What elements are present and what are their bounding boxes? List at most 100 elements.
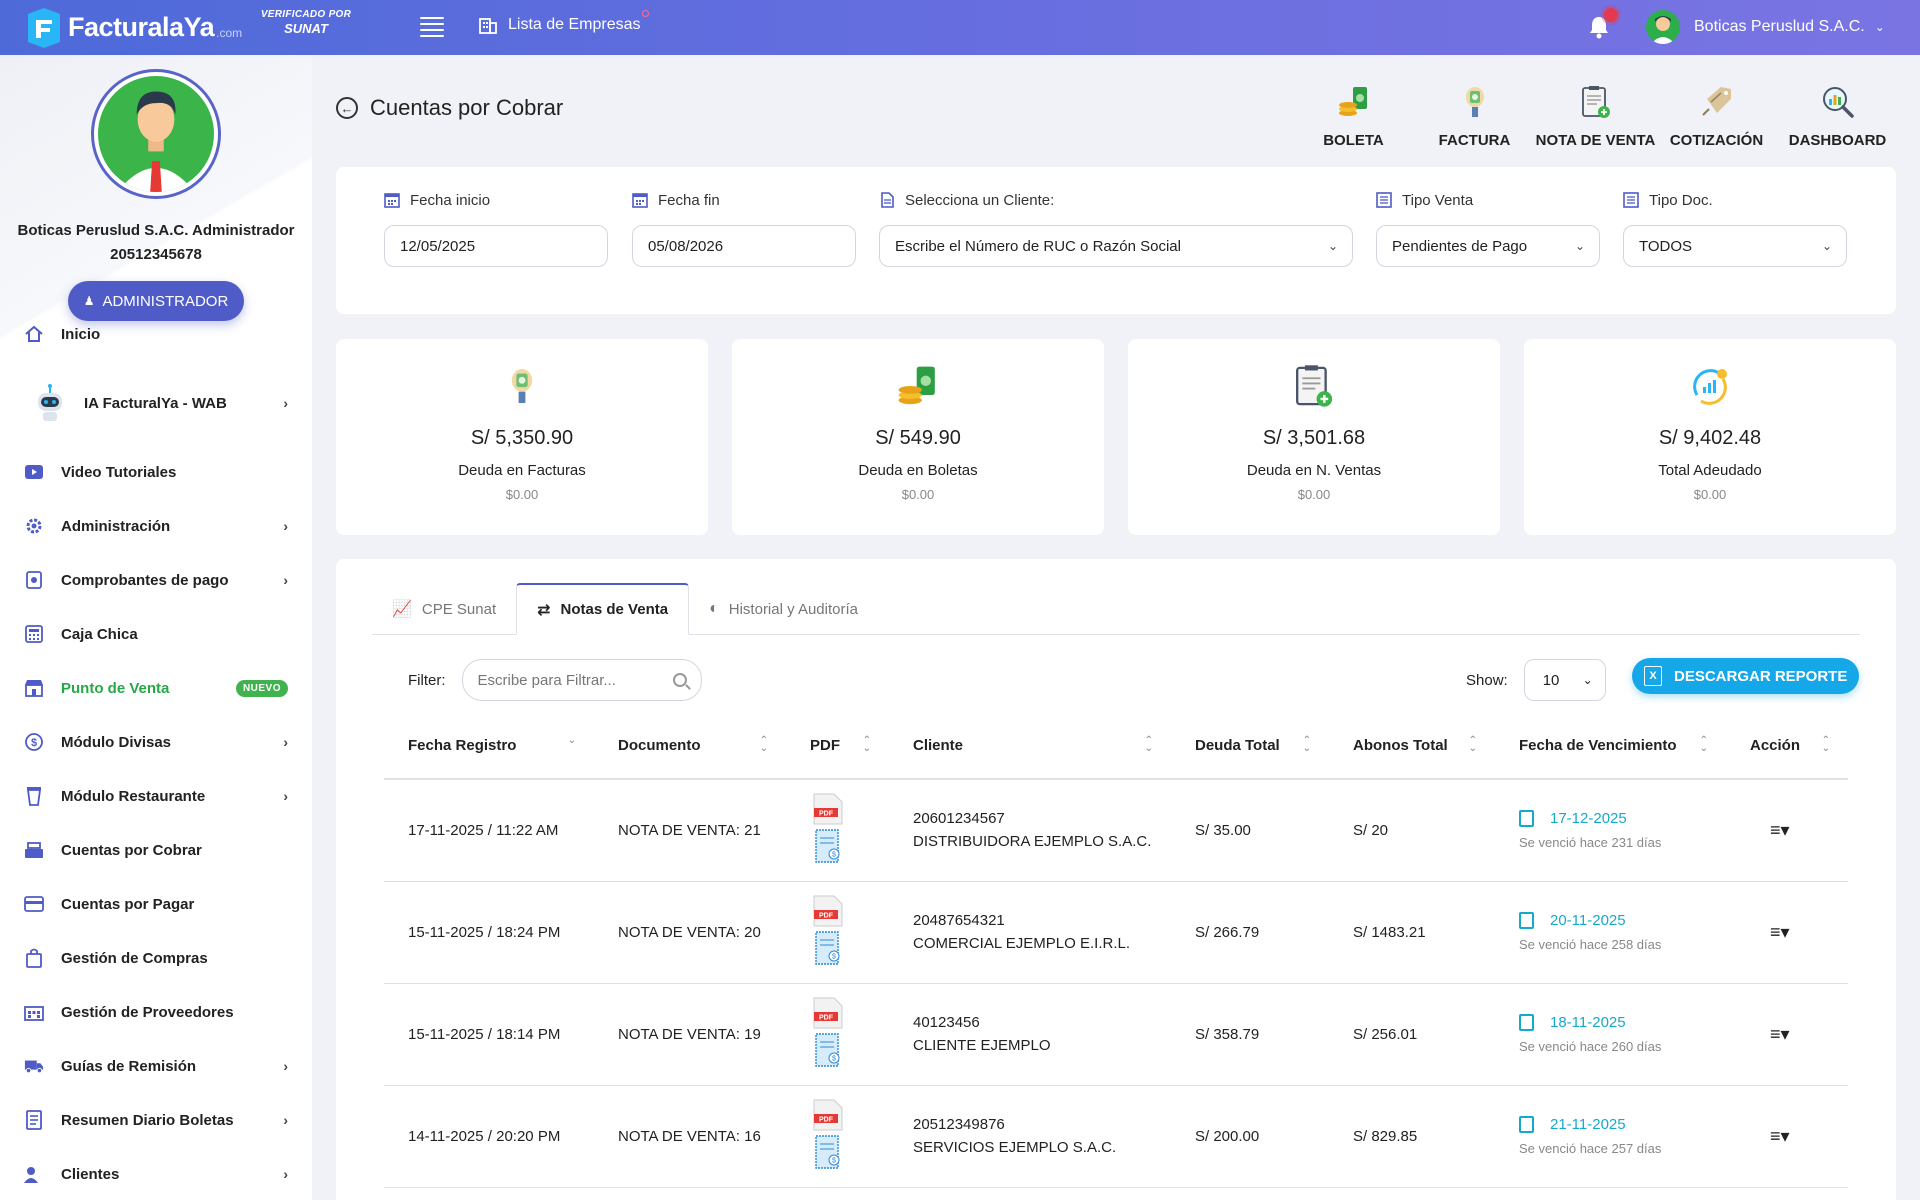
sidebar-item-ia[interactable]: IA FacturalYa - WAB › xyxy=(0,361,312,445)
sidebar-item-divisas[interactable]: $ Módulo Divisas › xyxy=(0,715,312,769)
sidebar-item-resumen[interactable]: Resumen Diario Boletas › xyxy=(0,1093,312,1147)
sidebar-item-cuentas-cobrar[interactable]: Cuentas por Cobrar xyxy=(0,823,312,877)
table-row: 15-11-2025 / 18:14 PM NOTA DE VENTA: 19 … xyxy=(384,983,1848,1086)
pdf-icon[interactable]: PDF $ xyxy=(810,894,846,966)
card-label: Total Adeudado xyxy=(1658,462,1762,479)
col-pdf[interactable]: PDF ⌃ ⌄ xyxy=(786,713,889,780)
sidebar-item-restaurante[interactable]: Módulo Restaurante › xyxy=(0,769,312,823)
sidebar-item-clientes[interactable]: Clientes › xyxy=(0,1147,312,1200)
cell-deuda: S/ 35.00 xyxy=(1171,779,1329,882)
action-menu-icon[interactable]: ≡▾ xyxy=(1726,1085,1848,1188)
action-menu-icon[interactable]: ≡▾ xyxy=(1726,983,1848,1086)
page-size-select[interactable]: 10 ⌄ xyxy=(1523,659,1606,701)
shortcut-nota-venta[interactable]: NOTA DE VENTA xyxy=(1535,82,1656,149)
card-amount: S/ 5,350.90 xyxy=(470,427,574,449)
menu-toggle-icon[interactable] xyxy=(420,17,444,39)
price-tag-icon xyxy=(1656,82,1777,122)
shortcut-cotizacion[interactable]: COTIZACIÓN xyxy=(1656,82,1777,149)
chevron-right-icon: › xyxy=(283,1166,288,1182)
descargar-reporte-button[interactable]: X DESCARGAR REPORTE xyxy=(1632,658,1860,694)
cell-pdf: PDF $ xyxy=(786,881,889,984)
sort-icon: ⌃ ⌄ xyxy=(1144,735,1153,754)
cell-vencimiento: 18-11-2025 Se venció hace 260 días xyxy=(1495,983,1726,1086)
clipboard-icon xyxy=(1519,810,1534,828)
cliente-select[interactable]: Escribe el Número de RUC o Razón Social ⌄ xyxy=(879,225,1353,267)
logo[interactable]: FacturalaYa .com xyxy=(24,0,242,55)
sidebar-item-cuentas-pagar[interactable]: Cuentas por Pagar xyxy=(0,877,312,931)
sidebar-item-administracion[interactable]: Administración › xyxy=(0,499,312,553)
cell-abonos: S/ 829.85 xyxy=(1329,1085,1495,1188)
tab-historial[interactable]: ◐ Historial y Auditoría xyxy=(689,583,878,635)
fecha-fin-input[interactable]: 05/08/2026 xyxy=(632,225,856,267)
cell-documento: NOTA DE VENTA: 16 xyxy=(594,1085,786,1188)
show-label: Show: xyxy=(1466,671,1508,689)
tipo-venta-group: Tipo Venta Pendientes de Pago ⌄ xyxy=(1376,191,1600,267)
lista-empresas-link[interactable]: Lista de Empresas xyxy=(478,10,649,35)
card-amount: S/ 3,501.68 xyxy=(1262,427,1366,449)
tab-cpe-sunat[interactable]: 📈 CPE Sunat xyxy=(372,583,516,635)
chevron-down-icon: ⌄ xyxy=(1821,239,1832,253)
clipboard-icon xyxy=(1519,1014,1534,1031)
cell-abonos: S/ 256.01 xyxy=(1329,983,1495,1086)
svg-text:PDF: PDF xyxy=(819,811,834,818)
col-fecha-registro[interactable]: Fecha Registro ⌄ xyxy=(384,713,594,780)
table-row: 15-11-2025 / 18:24 PM NOTA DE VENTA: 20 … xyxy=(384,881,1848,984)
sidebar-item-punto-venta[interactable]: Punto de Venta NUEVO xyxy=(0,661,312,715)
pdf-icon[interactable]: PDF $ xyxy=(810,996,846,1068)
sidebar-item-comprobantes[interactable]: Comprobantes de pago › xyxy=(0,553,312,607)
back-arrow-icon[interactable]: ← xyxy=(336,97,358,119)
pdf-icon[interactable]: PDF $ xyxy=(810,1098,846,1170)
shortcut-factura[interactable]: FACTURA xyxy=(1414,82,1535,149)
cell-documento: NOTA DE VENTA: 19 xyxy=(594,983,786,1086)
shortcut-boleta[interactable]: BOLETA xyxy=(1293,82,1414,149)
filter-input[interactable]: Escribe para Filtrar... xyxy=(461,659,702,701)
logo-text: FacturalaYa xyxy=(68,12,215,42)
cell-documento: NOTA DE VENTA: 21 xyxy=(594,779,786,882)
cell-vencimiento: 21-11-2025 Se venció hace 257 días xyxy=(1495,1085,1726,1188)
sidebar-item-videos[interactable]: Video Tutoriales xyxy=(0,445,312,499)
tipo-venta-label: Tipo Venta xyxy=(1402,191,1474,209)
building-icon xyxy=(479,18,497,34)
tab-notas-venta[interactable]: ⇄ Notas de Venta xyxy=(516,583,690,635)
fecha-fin-group: Fecha fin 05/08/2026 xyxy=(632,191,856,267)
fecha-inicio-label: Fecha inicio xyxy=(410,191,491,209)
user-menu[interactable]: Boticas Peruslud S.A.C. ⌄ xyxy=(1646,10,1885,44)
sidebar-item-compras[interactable]: Gestión de Compras xyxy=(0,931,312,985)
fecha-inicio-input[interactable]: 12/05/2025 xyxy=(384,225,608,267)
coins-money-icon xyxy=(1293,82,1414,122)
shortcut-dashboard[interactable]: DASHBOARD xyxy=(1777,82,1898,149)
cuentas-table: Fecha Registro ⌄ Documento ⌃ ⌄ PDF ⌃ ⌄ Client… xyxy=(384,713,1848,1188)
clipboard-plus-icon xyxy=(1535,82,1656,122)
notification-dot-icon xyxy=(641,10,649,17)
col-cliente[interactable]: Cliente ⌃ ⌄ xyxy=(889,713,1171,780)
sidebar-item-inicio[interactable]: Inicio xyxy=(0,307,312,361)
bell-badge xyxy=(1604,8,1618,22)
tipo-doc-select[interactable]: TODOS ⌄ xyxy=(1623,225,1847,267)
col-deuda-total[interactable]: Deuda Total ⌃ ⌄ xyxy=(1171,713,1329,780)
profile-name: Boticas Peruslud S.A.C. Administrador 20… xyxy=(17,222,295,263)
action-menu-icon[interactable]: ≡▾ xyxy=(1726,881,1848,984)
col-documento[interactable]: Documento ⌃ ⌄ xyxy=(594,713,786,780)
show-row: Show: 10 ⌄ xyxy=(1466,659,1606,701)
sunat-badge: VERIFICADO POR SUNAT xyxy=(260,9,352,36)
gear-icon xyxy=(24,516,44,536)
col-fecha-vencimiento[interactable]: Fecha de Vencimiento ⌃ ⌄ xyxy=(1495,713,1726,780)
col-abonos-total[interactable]: Abonos Total ⌃ ⌄ xyxy=(1329,713,1495,780)
users-icon xyxy=(24,1164,44,1184)
action-menu-icon[interactable]: ≡▾ xyxy=(1726,779,1848,882)
sidebar-item-caja-chica[interactable]: Caja Chica xyxy=(0,607,312,661)
fecha-fin-label: Fecha fin xyxy=(658,191,720,209)
sidebar-item-proveedores[interactable]: Gestión de Proveedores xyxy=(0,985,312,1039)
col-accion[interactable]: Acción ⌃ ⌄ xyxy=(1726,713,1848,780)
magnifier-chart-icon xyxy=(1777,82,1898,122)
shield-icon: ◐ xyxy=(709,600,719,617)
home-icon xyxy=(24,324,44,344)
tipo-venta-select[interactable]: Pendientes de Pago ⌄ xyxy=(1376,225,1600,267)
cliente-group: Selecciona un Cliente: Escribe el Número… xyxy=(879,191,1353,267)
table-header-row: Fecha Registro ⌄ Documento ⌃ ⌄ PDF ⌃ ⌄ Client… xyxy=(384,713,1848,780)
table-row: 17-11-2025 / 11:22 AM NOTA DE VENTA: 21 … xyxy=(384,779,1848,882)
cell-vencimiento: 20-11-2025 Se venció hace 258 días xyxy=(1495,881,1726,984)
pdf-icon[interactable]: PDF $ xyxy=(810,792,846,864)
chevron-right-icon: › xyxy=(283,395,288,411)
sidebar-item-guias[interactable]: Guías de Remisión › xyxy=(0,1039,312,1093)
